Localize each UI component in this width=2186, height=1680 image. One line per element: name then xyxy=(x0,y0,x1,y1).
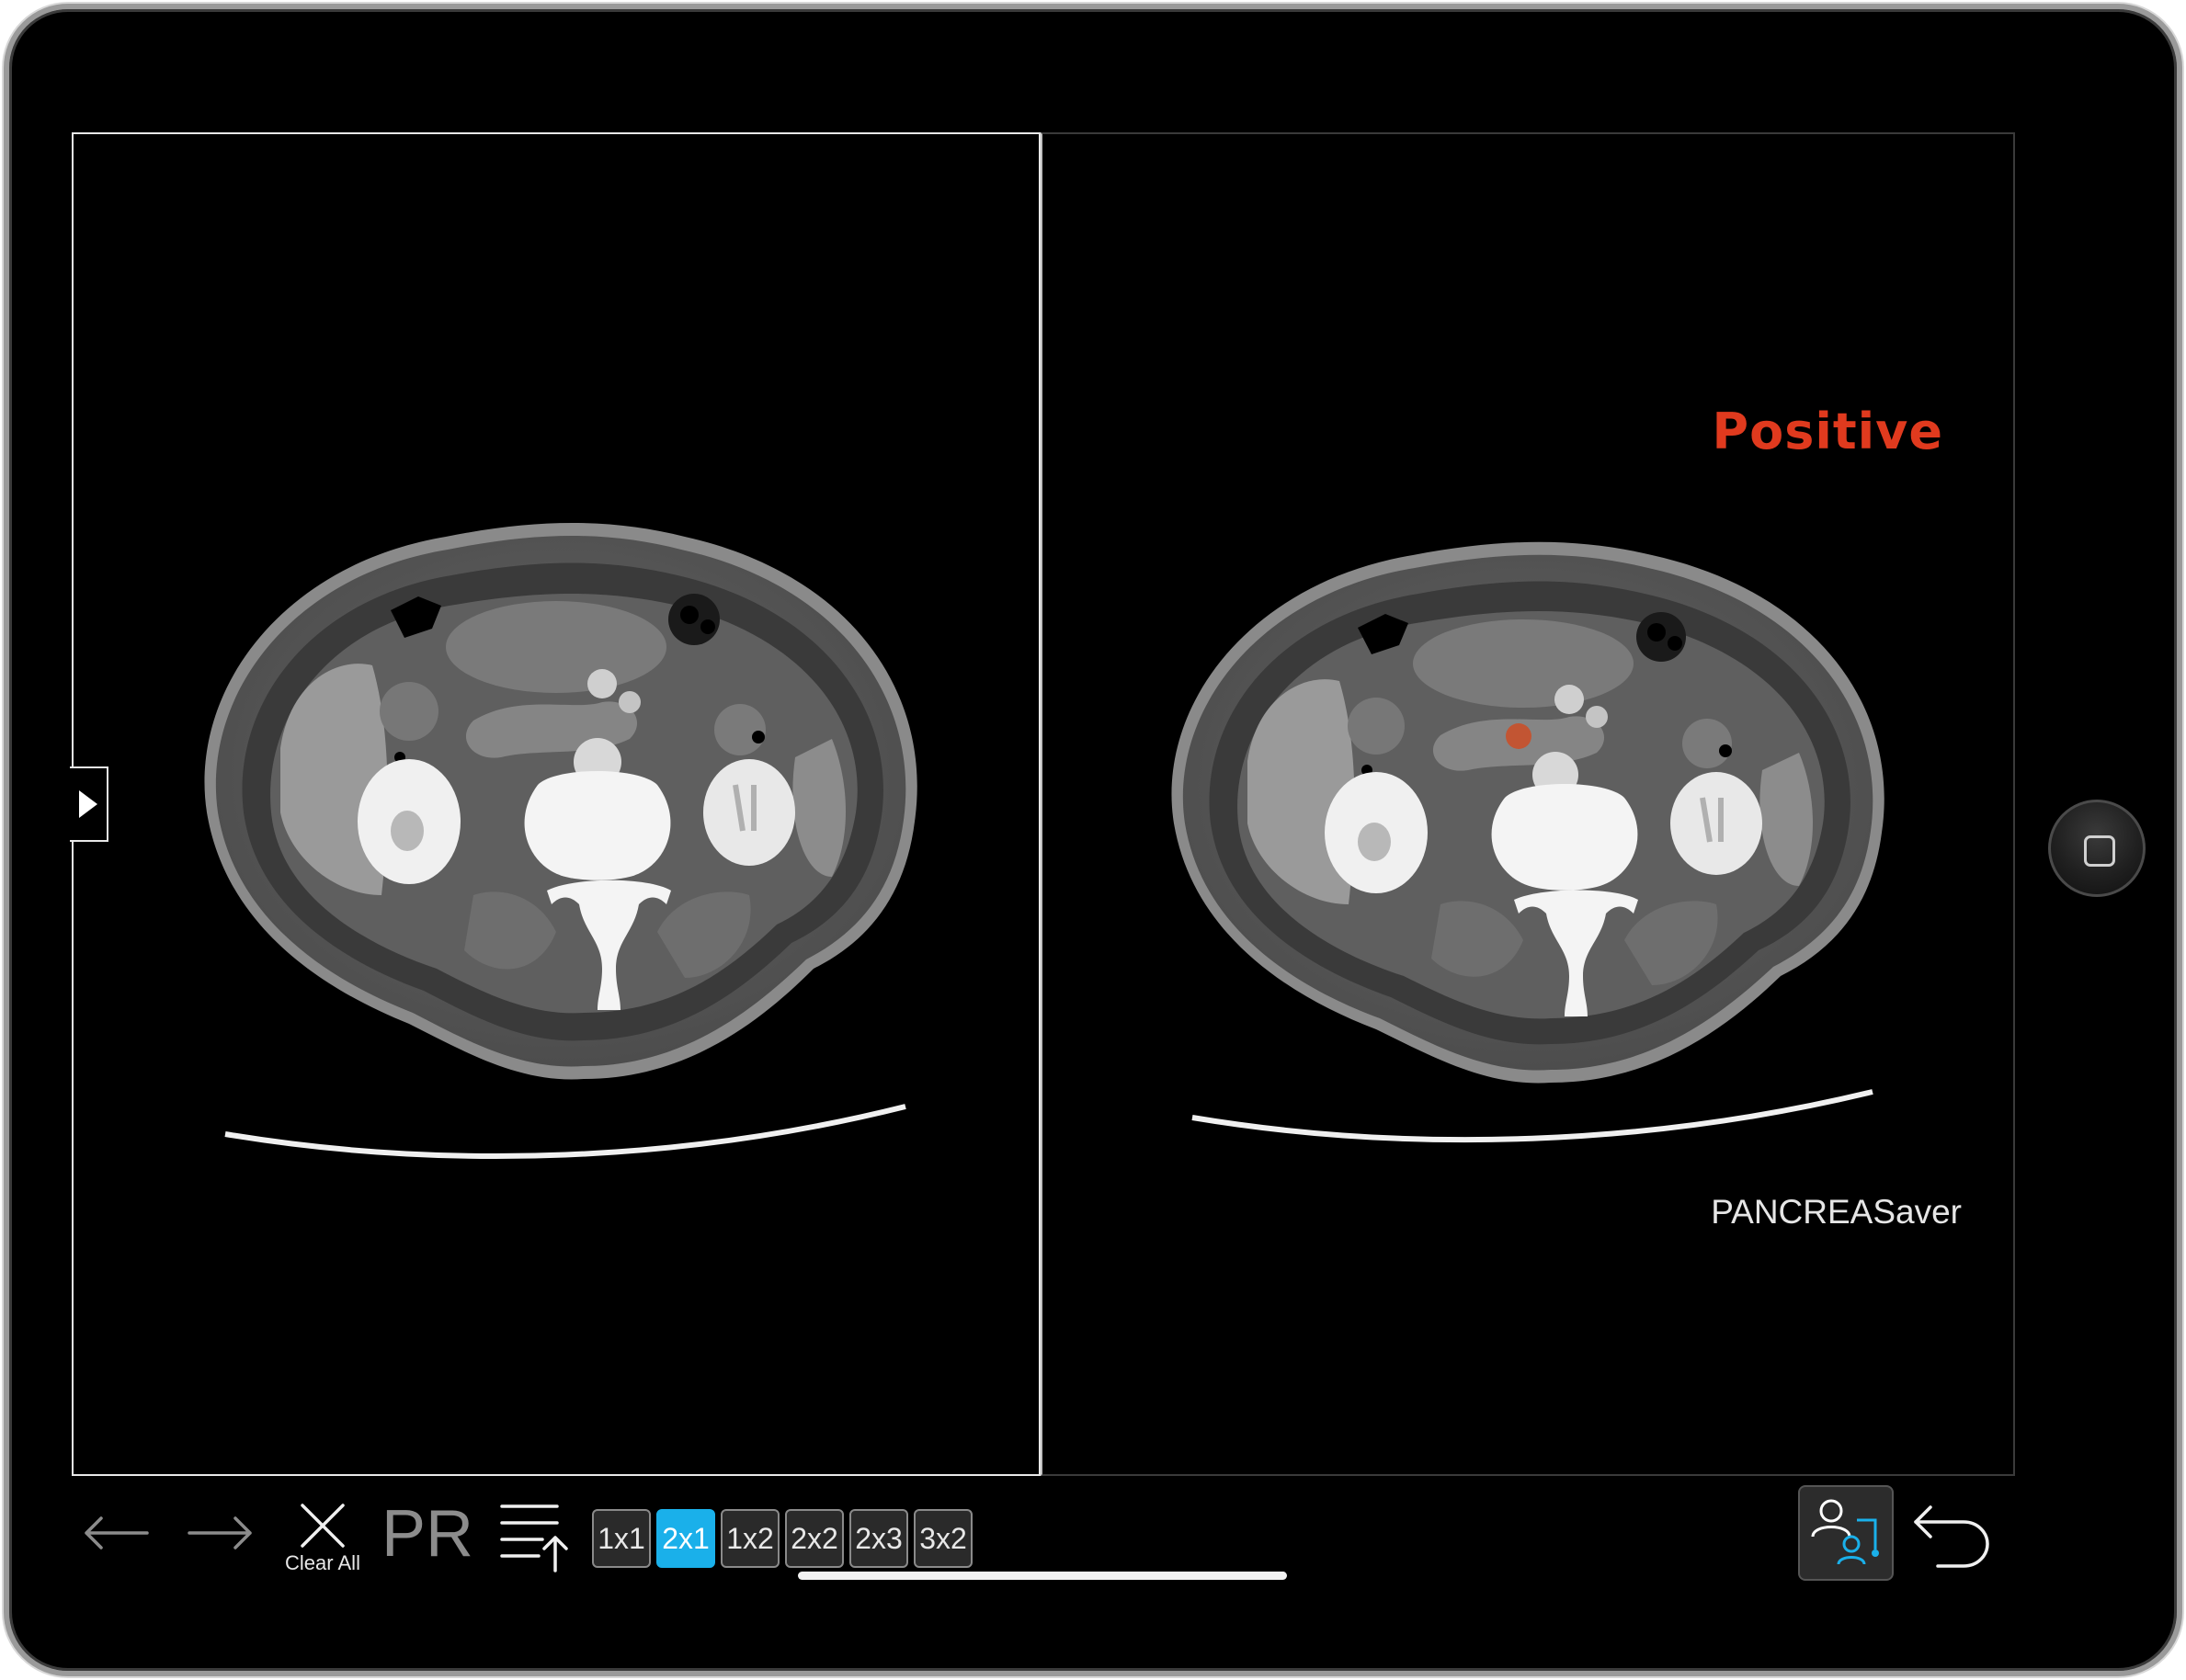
ct-image-right xyxy=(1171,541,1884,1143)
tablet-frame: Positive PANCREASaver Clear All PR 1x1 2… xyxy=(4,4,2182,1676)
forward-button[interactable] xyxy=(184,1505,257,1561)
panel-toggle-handle[interactable] xyxy=(70,766,108,842)
bottom-toolbar: Clear All PR 1x1 2x1 1x2 2x2 2x3 3x2 xyxy=(70,1476,2015,1594)
sort-up-icon xyxy=(500,1504,568,1572)
arrow-right-icon xyxy=(188,1516,252,1549)
home-indicator[interactable] xyxy=(798,1572,1287,1580)
result-label: Positive xyxy=(1712,403,1943,460)
layout-selector: 1x1 2x1 1x2 2x2 2x3 3x2 xyxy=(592,1509,973,1568)
clear-all-label: Clear All xyxy=(285,1551,360,1574)
clear-all-button[interactable]: Clear All xyxy=(283,1493,362,1584)
undo-button[interactable] xyxy=(1910,1498,1993,1572)
back-button[interactable] xyxy=(79,1505,153,1561)
user-switch-icon xyxy=(1811,1499,1879,1565)
layout-3x2-button[interactable]: 3x2 xyxy=(914,1509,973,1568)
layout-2x3-button[interactable]: 2x3 xyxy=(849,1509,908,1568)
play-triangle-icon xyxy=(79,790,97,818)
close-icon xyxy=(301,1504,345,1548)
layout-1x2-button[interactable]: 1x2 xyxy=(721,1509,780,1568)
brand-label: PANCREASaver xyxy=(1711,1193,1962,1231)
home-square-icon xyxy=(2084,835,2115,867)
user-switch-button[interactable] xyxy=(1798,1485,1894,1581)
viewport-right[interactable]: Positive PANCREASaver xyxy=(1041,132,2015,1476)
sort-button[interactable] xyxy=(496,1496,570,1579)
undo-icon xyxy=(1914,1505,1989,1568)
arrow-left-icon xyxy=(85,1516,149,1549)
layout-2x2-button[interactable]: 2x2 xyxy=(785,1509,844,1568)
lesion-marker xyxy=(1506,723,1531,749)
layout-2x1-button[interactable]: 2x1 xyxy=(656,1509,715,1568)
viewer-screen: Positive PANCREASaver Clear All PR 1x1 2… xyxy=(70,132,2015,1594)
pr-button[interactable]: PR xyxy=(381,1493,473,1575)
layout-1x1-button[interactable]: 1x1 xyxy=(592,1509,651,1568)
home-button[interactable] xyxy=(2048,800,2146,897)
viewport-left[interactable] xyxy=(72,132,1041,1476)
ct-image-left xyxy=(204,523,917,1159)
